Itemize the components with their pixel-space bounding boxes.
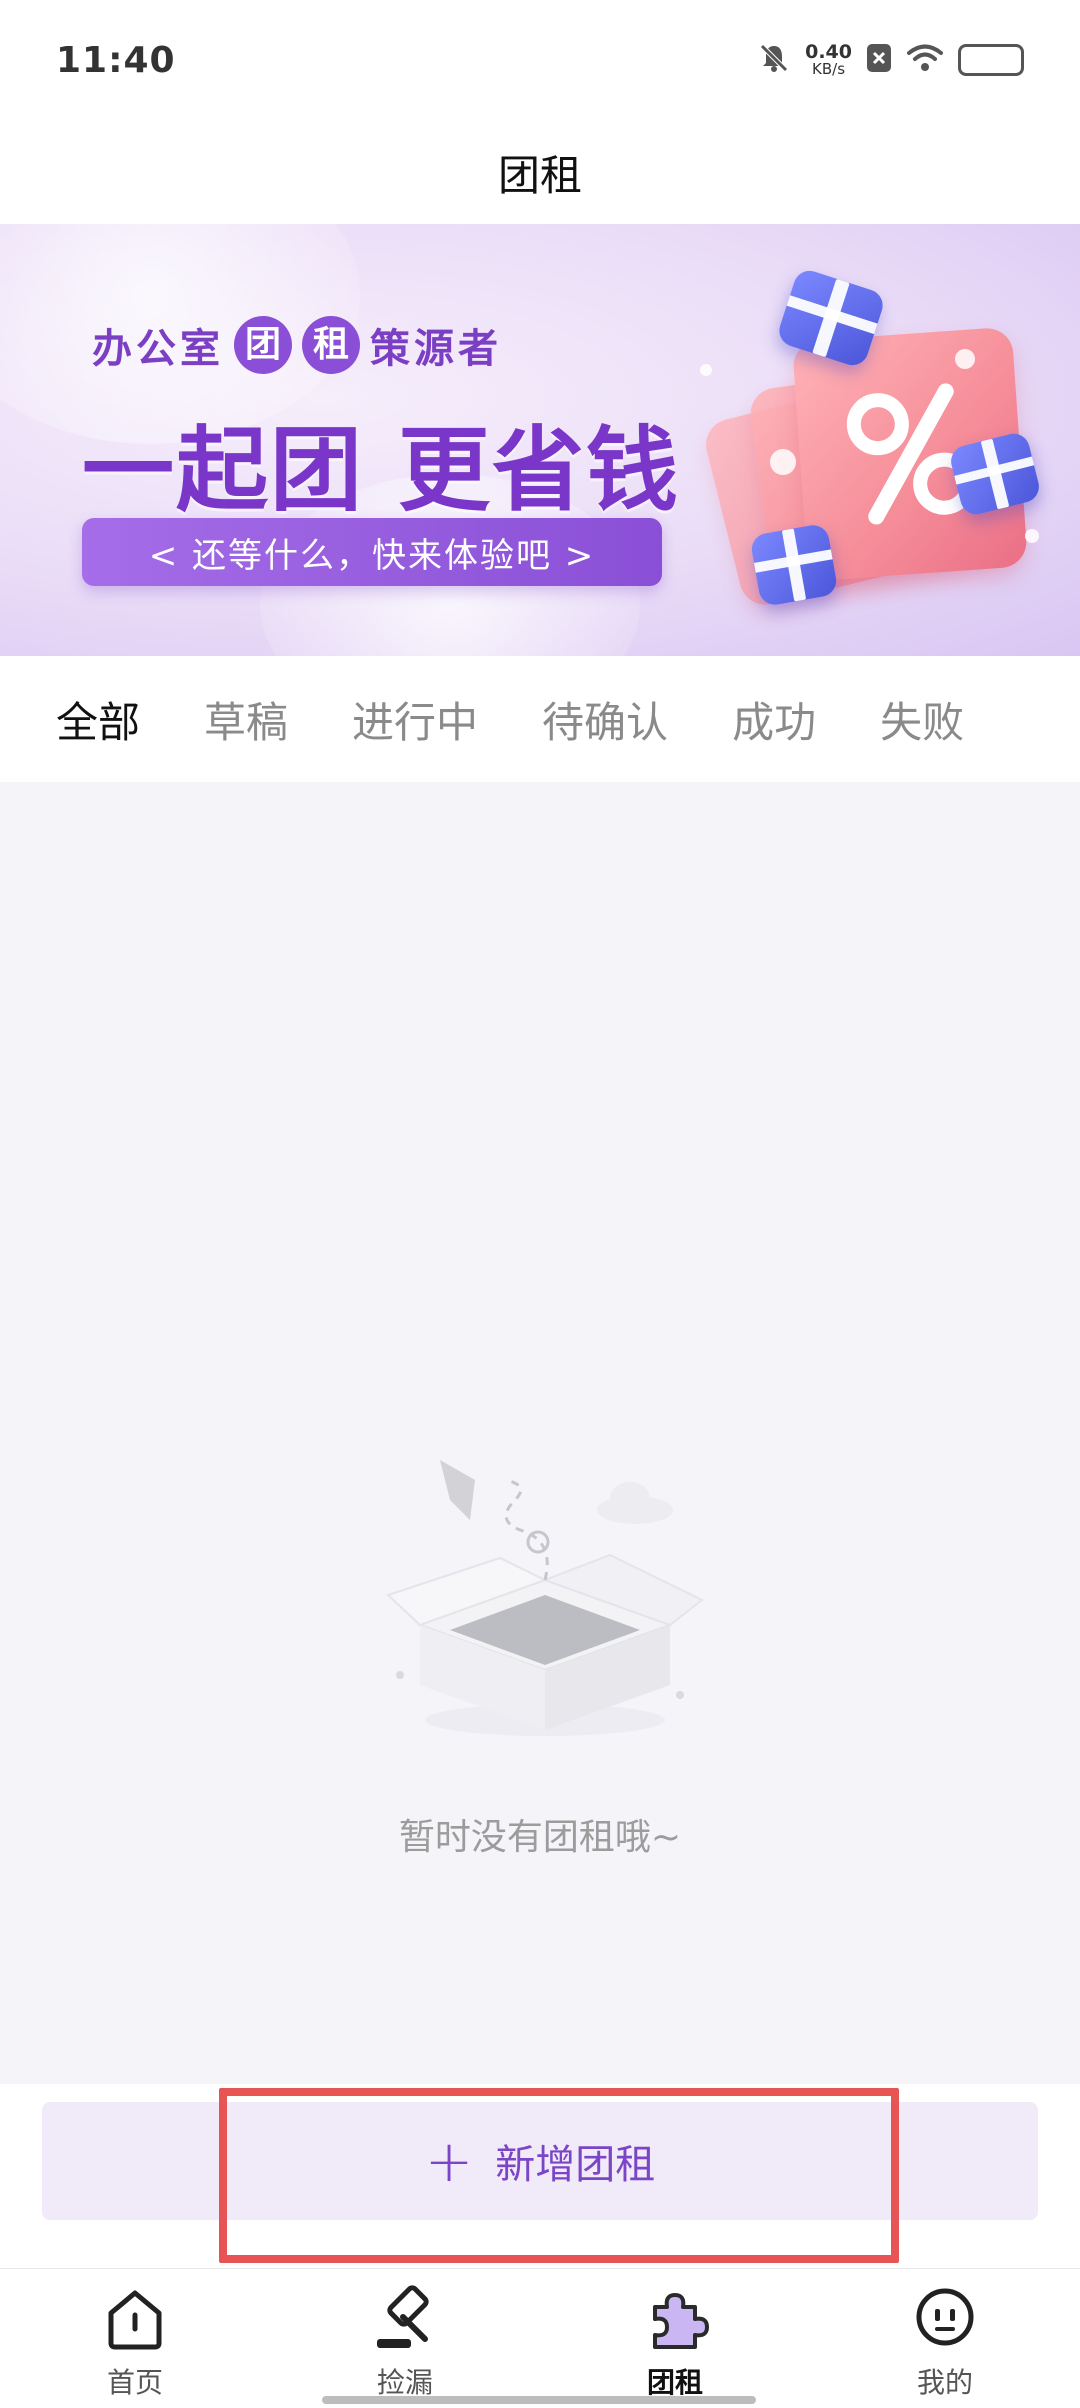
net-speed-unit: KB/s (812, 60, 846, 78)
action-area: + 新增团租 (0, 2084, 1080, 2268)
sim-disabled-icon (866, 43, 892, 77)
banner-headline: 一起团 更省钱 (82, 417, 681, 524)
page-title: 团租 (497, 150, 582, 200)
status-icons: 0.40 KB/s (757, 41, 1024, 79)
banner-tagline-start: 办公室 (92, 326, 224, 372)
tab-all[interactable]: 全部 (56, 689, 141, 758)
banner-tag-word-1: 团 (234, 316, 292, 374)
puzzle-icon (653, 2293, 709, 2349)
net-speed-indicator: 0.40 KB/s (805, 43, 852, 77)
home-icon (108, 2290, 162, 2350)
empty-box-illustration (380, 1460, 710, 1760)
empty-state-message: 暂时没有团租哦~ (398, 1817, 682, 1858)
gift-icon (749, 522, 839, 608)
tab-success[interactable]: 成功 (732, 689, 816, 750)
nav-item-bargain[interactable]: 捡漏 (305, 2281, 505, 2401)
gavel-icon (377, 2285, 429, 2348)
tab-pending-confirm[interactable]: 待确认 (542, 689, 668, 750)
status-time: 11:40 (56, 39, 176, 81)
promo-banner[interactable]: 办公室 团 租 策源者 一起团 更省钱 < 还等什么，快来体验吧 > (0, 224, 1080, 656)
add-group-rent-button[interactable]: + 新增团租 (42, 2102, 1038, 2220)
battery-icon (958, 44, 1024, 76)
banner-tag-word-2: 租 (302, 316, 360, 374)
nav-item-group-rent[interactable]: 团租 (575, 2281, 775, 2401)
plus-icon: + (424, 2127, 474, 2195)
tab-label: 全部 (56, 697, 141, 747)
wifi-icon (906, 43, 944, 77)
bottom-nav: 首页 捡漏 团租 我的 (0, 2268, 1080, 2408)
banner-tagline: 办公室 团 租 策源者 (92, 316, 502, 374)
tab-in-progress[interactable]: 进行中 (352, 689, 478, 750)
nav-label: 捡漏 (376, 2366, 433, 2399)
status-bar: 11:40 0.40 KB/s (0, 0, 1080, 120)
nav-item-home[interactable]: 首页 (35, 2281, 235, 2401)
add-group-rent-label: 新增团租 (495, 2142, 656, 2188)
banner-cta-button[interactable]: < 还等什么，快来体验吧 > (82, 518, 662, 586)
tab-failed[interactable]: 失败 (880, 689, 964, 750)
mute-icon (757, 41, 791, 79)
banner-tagline-end: 策源者 (370, 326, 502, 372)
profile-face-icon (916, 2288, 974, 2346)
nav-label: 我的 (916, 2366, 973, 2399)
home-indicator (322, 2396, 756, 2404)
nav-label: 首页 (106, 2366, 163, 2399)
nav-label: 团租 (646, 2366, 703, 2399)
status-tabs: 全部 草稿 进行中 待确认 成功 失败 (0, 656, 1080, 782)
nav-item-profile[interactable]: 我的 (845, 2281, 1045, 2401)
page-header: 团租 (0, 120, 1080, 224)
tab-draft[interactable]: 草稿 (204, 689, 288, 750)
